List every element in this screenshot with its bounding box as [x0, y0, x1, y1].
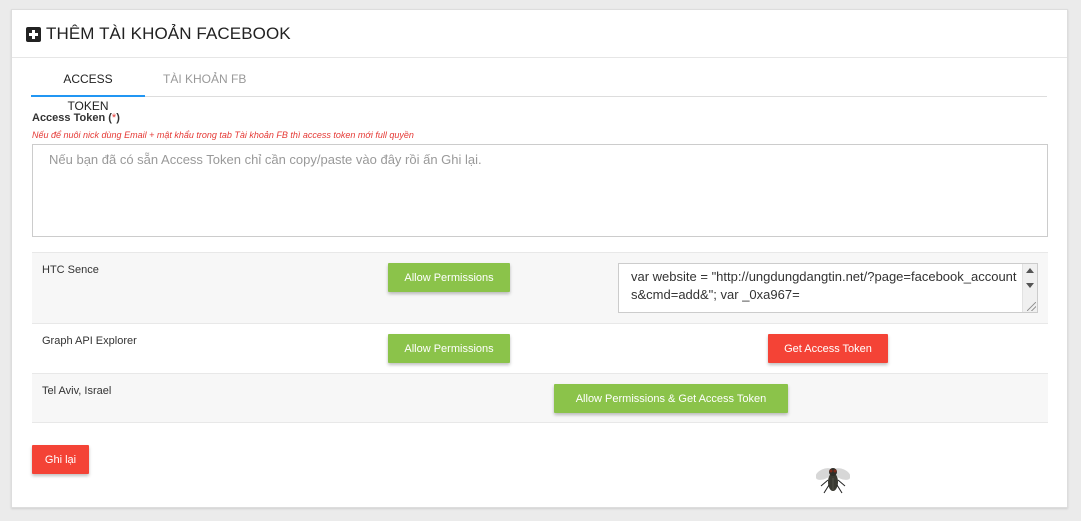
get-access-token-button[interactable]: Get Access Token — [768, 334, 888, 363]
row-label-tel-aviv: Tel Aviv, Israel — [42, 385, 112, 397]
table-row: HTC Sence Allow Permissions var website … — [32, 252, 1048, 323]
access-token-hint: Nếu để nuôi nick dùng Email + mật khẩu t… — [32, 130, 414, 140]
required-close: ) — [116, 112, 120, 124]
access-token-input[interactable] — [32, 144, 1048, 237]
add-facebook-account-card: THÊM TÀI KHOẢN FACEBOOK ACCESS TOKEN TÀI… — [11, 9, 1068, 508]
arrow-up-icon[interactable] — [1026, 268, 1034, 273]
table-row: Tel Aviv, Israel Allow Permissions & Get… — [32, 373, 1048, 423]
plus-square-icon — [26, 26, 41, 42]
arrow-down-icon[interactable] — [1026, 283, 1034, 288]
resize-grip-icon[interactable] — [1027, 302, 1036, 311]
row-label-htc-sence: HTC Sence — [42, 264, 99, 276]
tab-bar: ACCESS TOKEN TÀI KHOẢN FB — [31, 66, 1047, 113]
row-label-graph-api-explorer: Graph API Explorer — [42, 335, 137, 347]
access-token-label: Access Token (*) — [32, 112, 120, 124]
allow-permissions-get-token-button[interactable]: Allow Permissions & Get Access Token — [554, 384, 788, 413]
save-button[interactable]: Ghi lại — [32, 445, 89, 474]
required-open: ( — [105, 112, 112, 124]
card-header: THÊM TÀI KHOẢN FACEBOOK — [12, 10, 1067, 58]
tab-facebook-account[interactable]: TÀI KHOẢN FB — [149, 66, 260, 97]
fly-icon — [816, 468, 850, 494]
token-methods-table: HTC Sence Allow Permissions var website … — [32, 252, 1048, 423]
code-textarea[interactable]: var website = "http://ungdungdangtin.net… — [618, 263, 1038, 313]
access-token-label-text: Access Token — [32, 112, 106, 124]
allow-permissions-button[interactable]: Allow Permissions — [388, 334, 510, 363]
allow-permissions-button[interactable]: Allow Permissions — [388, 263, 510, 292]
code-text: var website = "http://ungdungdangtin.net… — [631, 269, 1017, 302]
page-title: THÊM TÀI KHOẢN FACEBOOK — [46, 23, 291, 43]
table-row: Graph API Explorer Allow Permissions Get… — [32, 323, 1048, 373]
tab-access-token[interactable]: ACCESS TOKEN — [31, 66, 145, 113]
